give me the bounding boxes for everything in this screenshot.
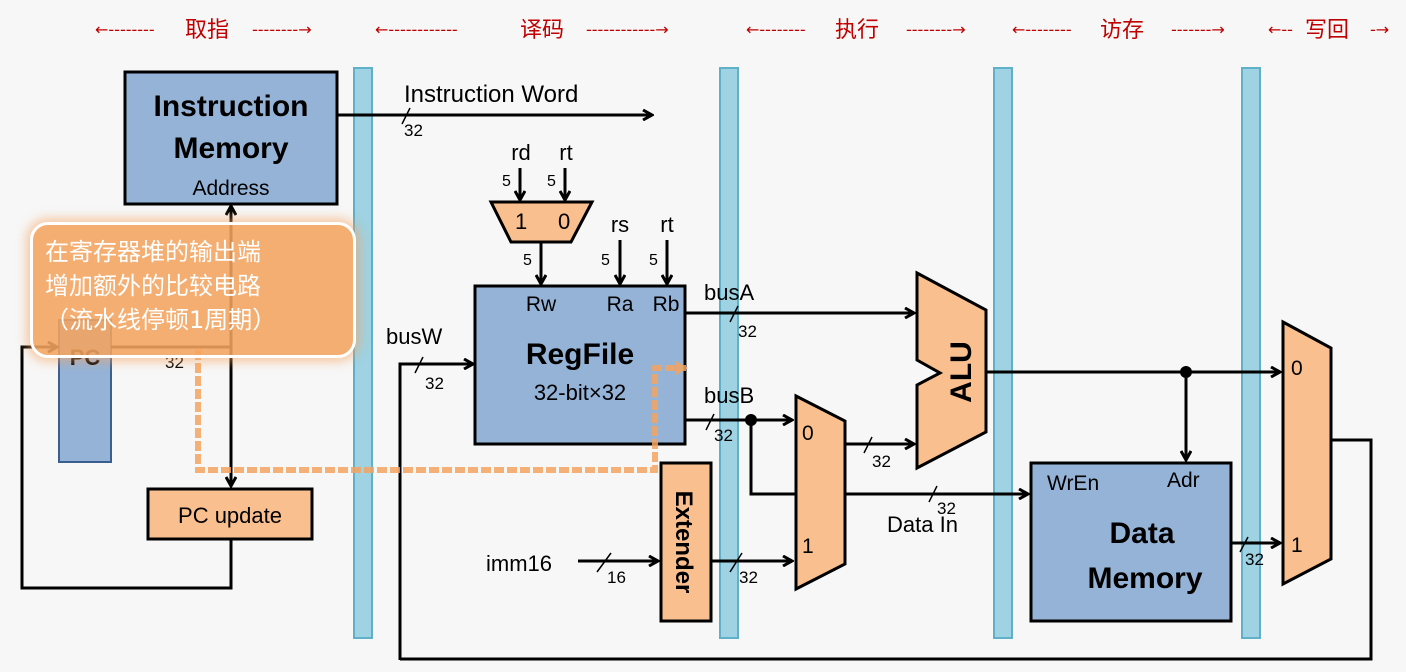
stage-arrow-left: ←-------- bbox=[95, 20, 155, 39]
wire-busw bbox=[398, 364, 473, 660]
imm16-label: imm16 bbox=[486, 551, 552, 576]
rd-label: rd bbox=[511, 140, 531, 165]
regdst-mux: rd rt 5 5 1 0 5 bbox=[488, 140, 595, 284]
ra-port: Ra bbox=[607, 293, 634, 316]
busw-width: 32 bbox=[425, 374, 444, 393]
alu-label: ALU bbox=[945, 341, 978, 403]
pipeline-register-if-id bbox=[353, 67, 373, 639]
busa-width: 32 bbox=[738, 322, 757, 341]
rd-width: 5 bbox=[502, 173, 511, 190]
pipeline-register-id-ex bbox=[719, 67, 739, 639]
pc-update-block: PC update bbox=[146, 487, 314, 541]
mux-input-0: 0 bbox=[802, 422, 814, 445]
data-memory-title: Data bbox=[1109, 517, 1174, 550]
adr-port: Adr bbox=[1167, 469, 1200, 492]
rs-label: rs bbox=[611, 212, 629, 237]
stage-label-memory: 访存 bbox=[1100, 18, 1144, 43]
memtoreg-mux: 0 1 bbox=[1281, 319, 1333, 587]
rw-port: Rw bbox=[526, 293, 557, 316]
rt-read-width: 5 bbox=[649, 252, 658, 269]
stage-header: ←-------- 取指 --------→ ←------------ 译码 … bbox=[95, 18, 1389, 43]
stage-arrow-right: --------→ bbox=[252, 20, 312, 39]
stage-label-writeback: 写回 bbox=[1305, 18, 1349, 43]
callout-line: （流水线停顿1周期） bbox=[45, 306, 277, 334]
instruction-memory-title-2: Memory bbox=[173, 132, 288, 165]
instruction-word-width: 32 bbox=[404, 121, 423, 140]
data-memory-title-2: Memory bbox=[1087, 562, 1202, 595]
stage-arrow-left: ←------------ bbox=[375, 20, 458, 39]
pipeline-register-ex-mem bbox=[993, 67, 1013, 639]
extender-label: Extender bbox=[670, 491, 697, 594]
callout-line: 在寄存器堆的输出端 bbox=[45, 238, 261, 266]
stage-arrow-left: ←-- bbox=[1268, 20, 1293, 39]
data-in-label: Data In bbox=[887, 512, 958, 537]
stage-arrow-right: -→ bbox=[1370, 20, 1389, 39]
mem-out-width: 32 bbox=[1245, 550, 1264, 569]
busw-label: busW bbox=[386, 324, 442, 349]
stage-arrow-left: ←-------- bbox=[746, 20, 806, 39]
imm16-width: 16 bbox=[607, 568, 626, 587]
mux-input-1: 1 bbox=[1291, 534, 1303, 557]
mux-input-0: 0 bbox=[558, 209, 570, 234]
stage-label-fetch: 取指 bbox=[185, 18, 229, 43]
callout-note: 在寄存器堆的输出端 增加额外的比较电路 （流水线停顿1周期） bbox=[30, 222, 356, 358]
stage-label-decode: 译码 bbox=[520, 18, 564, 43]
busa-label: busA bbox=[704, 280, 754, 305]
callout-line: 增加额外的比较电路 bbox=[45, 272, 261, 300]
rt-label: rt bbox=[559, 140, 572, 165]
stage-arrow-left: ←-------- bbox=[1012, 20, 1072, 39]
busb-width: 32 bbox=[714, 426, 733, 445]
rb-port: Rb bbox=[653, 293, 680, 316]
instruction-word-label: Instruction Word bbox=[404, 81, 578, 108]
rt-read-label: rt bbox=[660, 212, 673, 237]
stage-arrow-right: -------→ bbox=[1171, 20, 1225, 39]
extender-out-width: 32 bbox=[739, 568, 758, 587]
regfile-title: RegFile bbox=[526, 338, 634, 371]
rs-width: 5 bbox=[601, 252, 610, 269]
extender-block: Extender bbox=[659, 461, 713, 623]
wren-port: WrEn bbox=[1047, 472, 1099, 495]
stage-arrow-right: ------------→ bbox=[586, 20, 669, 39]
data-memory: WrEn Adr Data Memory bbox=[1029, 461, 1233, 623]
alusrc-out-width: 32 bbox=[872, 452, 891, 471]
alusrc-mux: 0 1 bbox=[794, 393, 847, 592]
busb-label: busB bbox=[704, 383, 754, 408]
stage-arrow-right: --------→ bbox=[906, 20, 966, 39]
stage-label-execute: 执行 bbox=[835, 18, 879, 43]
address-port-label: Address bbox=[192, 177, 269, 200]
regfile-subtitle: 32-bit×32 bbox=[534, 380, 626, 405]
pc-update-label: PC update bbox=[178, 503, 282, 528]
rw-width: 5 bbox=[523, 252, 532, 269]
alu: ALU bbox=[915, 270, 988, 471]
bus-width-slash bbox=[705, 413, 715, 431]
mux-input-1: 1 bbox=[802, 535, 814, 558]
instruction-memory-title: Instruction bbox=[154, 90, 309, 123]
instruction-memory: Instruction Memory Address bbox=[123, 70, 339, 206]
rt-width: 5 bbox=[547, 173, 556, 190]
mux-input-0: 0 bbox=[1291, 357, 1303, 380]
mux-input-1: 1 bbox=[515, 209, 527, 234]
